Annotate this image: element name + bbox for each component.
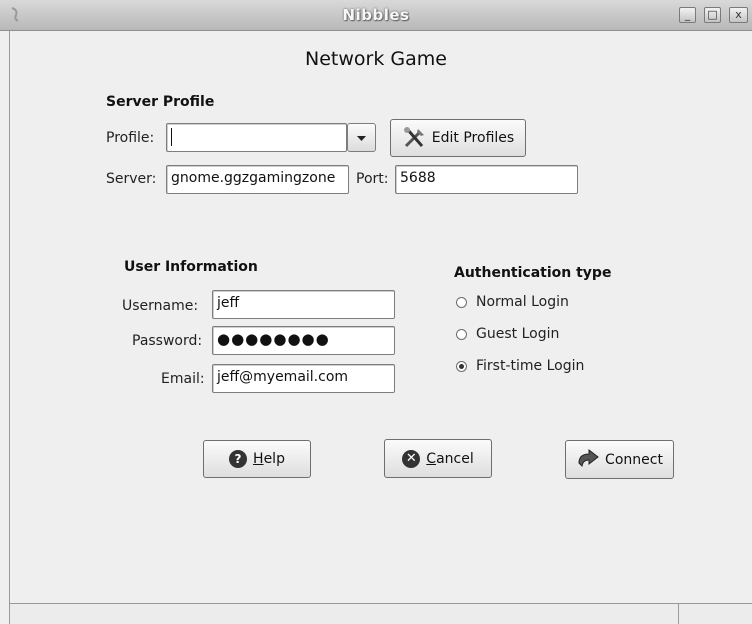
cancel-button-label: Cancel: [426, 451, 473, 467]
server-field[interactable]: gnome.ggzgamingzone: [166, 165, 349, 194]
connect-arrow-icon: [578, 448, 599, 467]
tools-icon: [403, 127, 424, 148]
profile-dropdown-button[interactable]: [347, 123, 376, 152]
title-bar[interactable]: Nibbles _ □ x: [0, 0, 752, 31]
status-bar: [10, 603, 752, 624]
radio-indicator-selected: [456, 360, 467, 372]
minimize-button[interactable]: _: [679, 7, 696, 23]
password-label: Password:: [132, 333, 203, 349]
radio-first-time-login[interactable]: First-time Login: [456, 358, 584, 374]
dialog-heading: Network Game: [305, 48, 447, 70]
radio-first-time-login-label: First-time Login: [476, 358, 585, 374]
help-label-rest: elp: [263, 451, 285, 467]
user-information-heading: User Information: [124, 259, 258, 275]
help-button-label: Help: [253, 451, 285, 467]
cancel-mnemonic: C: [426, 450, 437, 467]
radio-indicator: [456, 328, 467, 340]
text-cursor: [171, 128, 172, 146]
help-mnemonic: H: [253, 451, 264, 467]
maximize-button[interactable]: □: [704, 7, 721, 23]
window-title: Nibbles: [342, 6, 410, 24]
radio-indicator: [456, 296, 467, 308]
username-label: Username:: [122, 298, 199, 314]
cancel-label-rest: ancel: [436, 450, 474, 467]
status-bar-divider: [678, 604, 679, 624]
help-icon: ?: [229, 450, 248, 468]
radio-guest-login[interactable]: Guest Login: [456, 326, 559, 342]
radio-normal-login[interactable]: Normal Login: [456, 294, 569, 310]
close-button[interactable]: x: [729, 7, 748, 23]
edit-profiles-label: Edit Profiles: [431, 130, 515, 146]
maximize-icon: □: [707, 8, 718, 21]
email-field[interactable]: jeff@myemail.com: [212, 364, 395, 393]
cancel-icon: ✕: [402, 449, 421, 468]
username-field[interactable]: jeff: [212, 290, 395, 319]
authentication-type-heading: Authentication type: [454, 265, 612, 281]
profile-combo-entry[interactable]: [166, 123, 347, 152]
radio-guest-login-label: Guest Login: [476, 326, 560, 342]
connect-button[interactable]: Connect: [565, 440, 674, 479]
connect-button-label: Connect: [605, 451, 663, 468]
port-label: Port:: [356, 171, 389, 187]
password-field[interactable]: ●●●●●●●●: [212, 326, 395, 355]
minimize-icon: _: [684, 8, 691, 21]
chevron-down-icon: [357, 136, 366, 141]
close-icon: x: [735, 8, 742, 21]
edit-profiles-button[interactable]: Edit Profiles: [390, 119, 526, 157]
radio-normal-login-label: Normal Login: [476, 294, 569, 310]
server-profile-heading: Server Profile: [106, 94, 215, 110]
cancel-button[interactable]: ✕ Cancel: [384, 439, 492, 478]
port-field[interactable]: 5688: [395, 165, 578, 194]
profile-label: Profile:: [106, 130, 155, 146]
nibbles-window: Nibbles _ □ x Network Game Server Profil…: [0, 0, 752, 624]
email-label: Email:: [161, 371, 205, 387]
help-button[interactable]: ? Help: [203, 440, 311, 478]
server-label: Server:: [106, 171, 157, 187]
